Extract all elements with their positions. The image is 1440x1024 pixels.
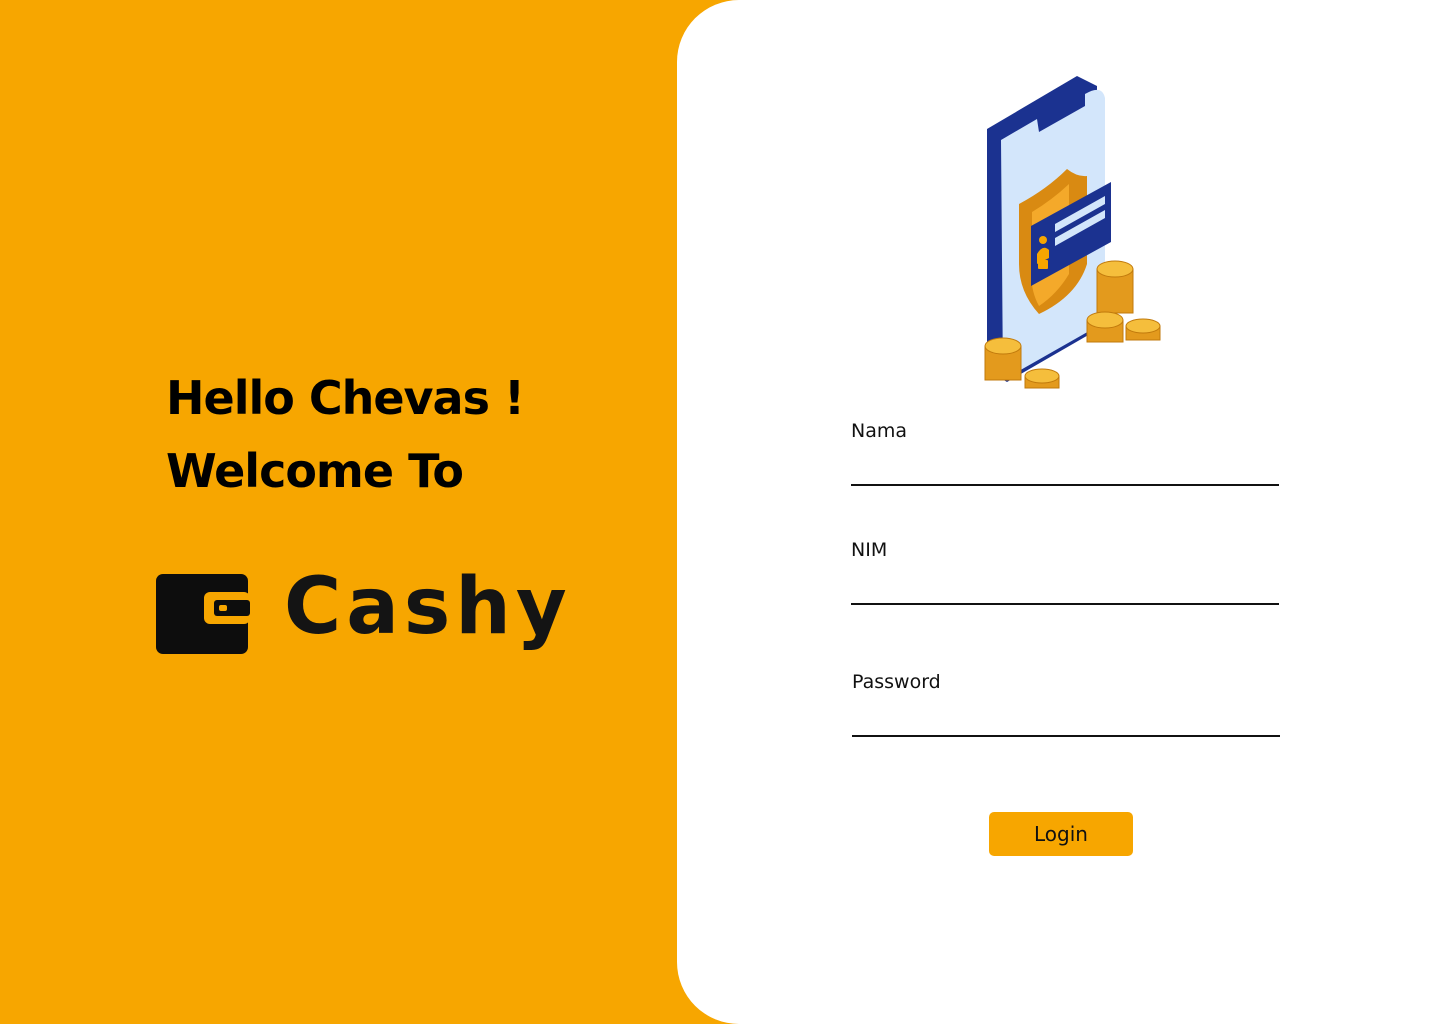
welcome-panel: Hello Chevas ! Welcome To Cashy [0, 0, 700, 1024]
nama-label: Nama [851, 420, 908, 442]
brand-logo: Cashy [156, 562, 572, 656]
nama-input[interactable] [851, 454, 1279, 486]
nama-field: Nama [851, 420, 1279, 486]
nim-label: NIM [851, 539, 888, 561]
greeting-line-1: Hello Chevas ! [166, 371, 525, 425]
nim-input[interactable] [851, 573, 1279, 605]
password-field: Password [852, 671, 1280, 737]
login-button[interactable]: Login [989, 812, 1133, 856]
password-input[interactable] [852, 705, 1280, 737]
greeting-heading: Hello Chevas ! Welcome To [166, 362, 525, 508]
secure-phone-payment-illustration [984, 76, 1161, 389]
wallet-icon [156, 574, 250, 654]
brand-name: Cashy [284, 562, 572, 652]
greeting-line-2: Welcome To [166, 444, 464, 498]
nim-field: NIM [851, 539, 1279, 605]
password-label: Password [852, 671, 941, 693]
login-panel: Nama NIM Password Login [677, 0, 1440, 1024]
